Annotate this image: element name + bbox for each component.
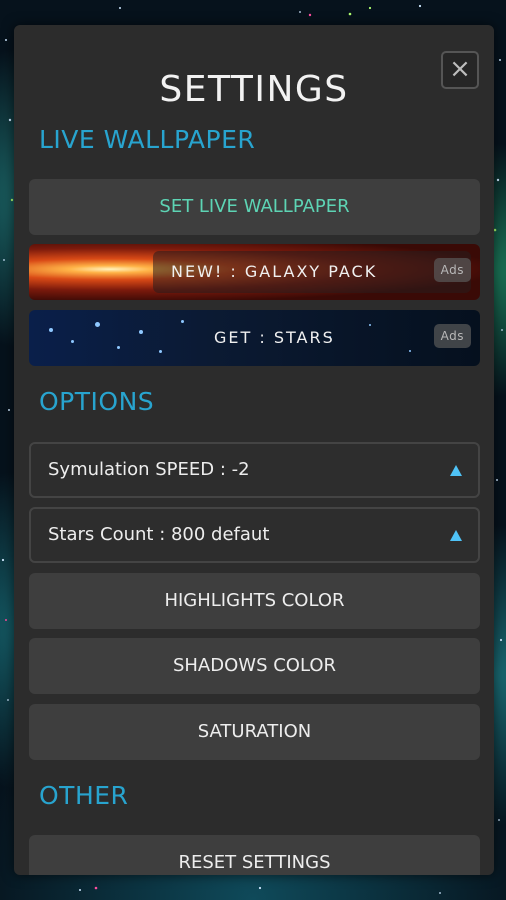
shadows-color-button[interactable]: SHADOWS COLOR	[29, 638, 480, 694]
saturation-button[interactable]: SATURATION	[29, 704, 480, 760]
section-options: OPTIONS	[39, 387, 155, 416]
dialog-title: SETTINGS	[159, 69, 349, 110]
close-icon: ×	[449, 54, 471, 84]
ads-badge: Ads	[433, 258, 471, 282]
reset-settings-button[interactable]: RESET SETTINGS	[29, 835, 480, 875]
triangle-up-icon	[450, 530, 462, 541]
galaxy-banner-text: NEW! : GALAXY PACK	[171, 262, 378, 281]
simulation-speed-label: Symulation SPEED : -2	[48, 459, 250, 480]
get-stars-ad-banner[interactable]: GET : STARS Ads	[29, 310, 480, 366]
section-other: OTHER	[39, 781, 129, 810]
stars-banner-text: GET : STARS	[214, 328, 335, 347]
ads-badge: Ads	[433, 324, 471, 348]
highlights-color-button[interactable]: HIGHLIGHTS COLOR	[29, 573, 480, 629]
close-button[interactable]: ×	[441, 51, 479, 89]
stars-count-label: Stars Count : 800 defaut	[48, 524, 270, 545]
galaxy-pack-ad-banner[interactable]: NEW! : GALAXY PACK Ads	[29, 244, 480, 300]
simulation-speed-select[interactable]: Symulation SPEED : -2	[29, 442, 480, 498]
settings-dialog: SETTINGS × LIVE WALLPAPER SET LIVE WALLP…	[14, 25, 494, 875]
stars-count-select[interactable]: Stars Count : 800 defaut	[29, 507, 480, 563]
set-live-wallpaper-button[interactable]: SET LIVE WALLPAPER	[29, 179, 480, 235]
section-live-wallpaper: LIVE WALLPAPER	[39, 125, 256, 154]
triangle-up-icon	[450, 465, 462, 476]
